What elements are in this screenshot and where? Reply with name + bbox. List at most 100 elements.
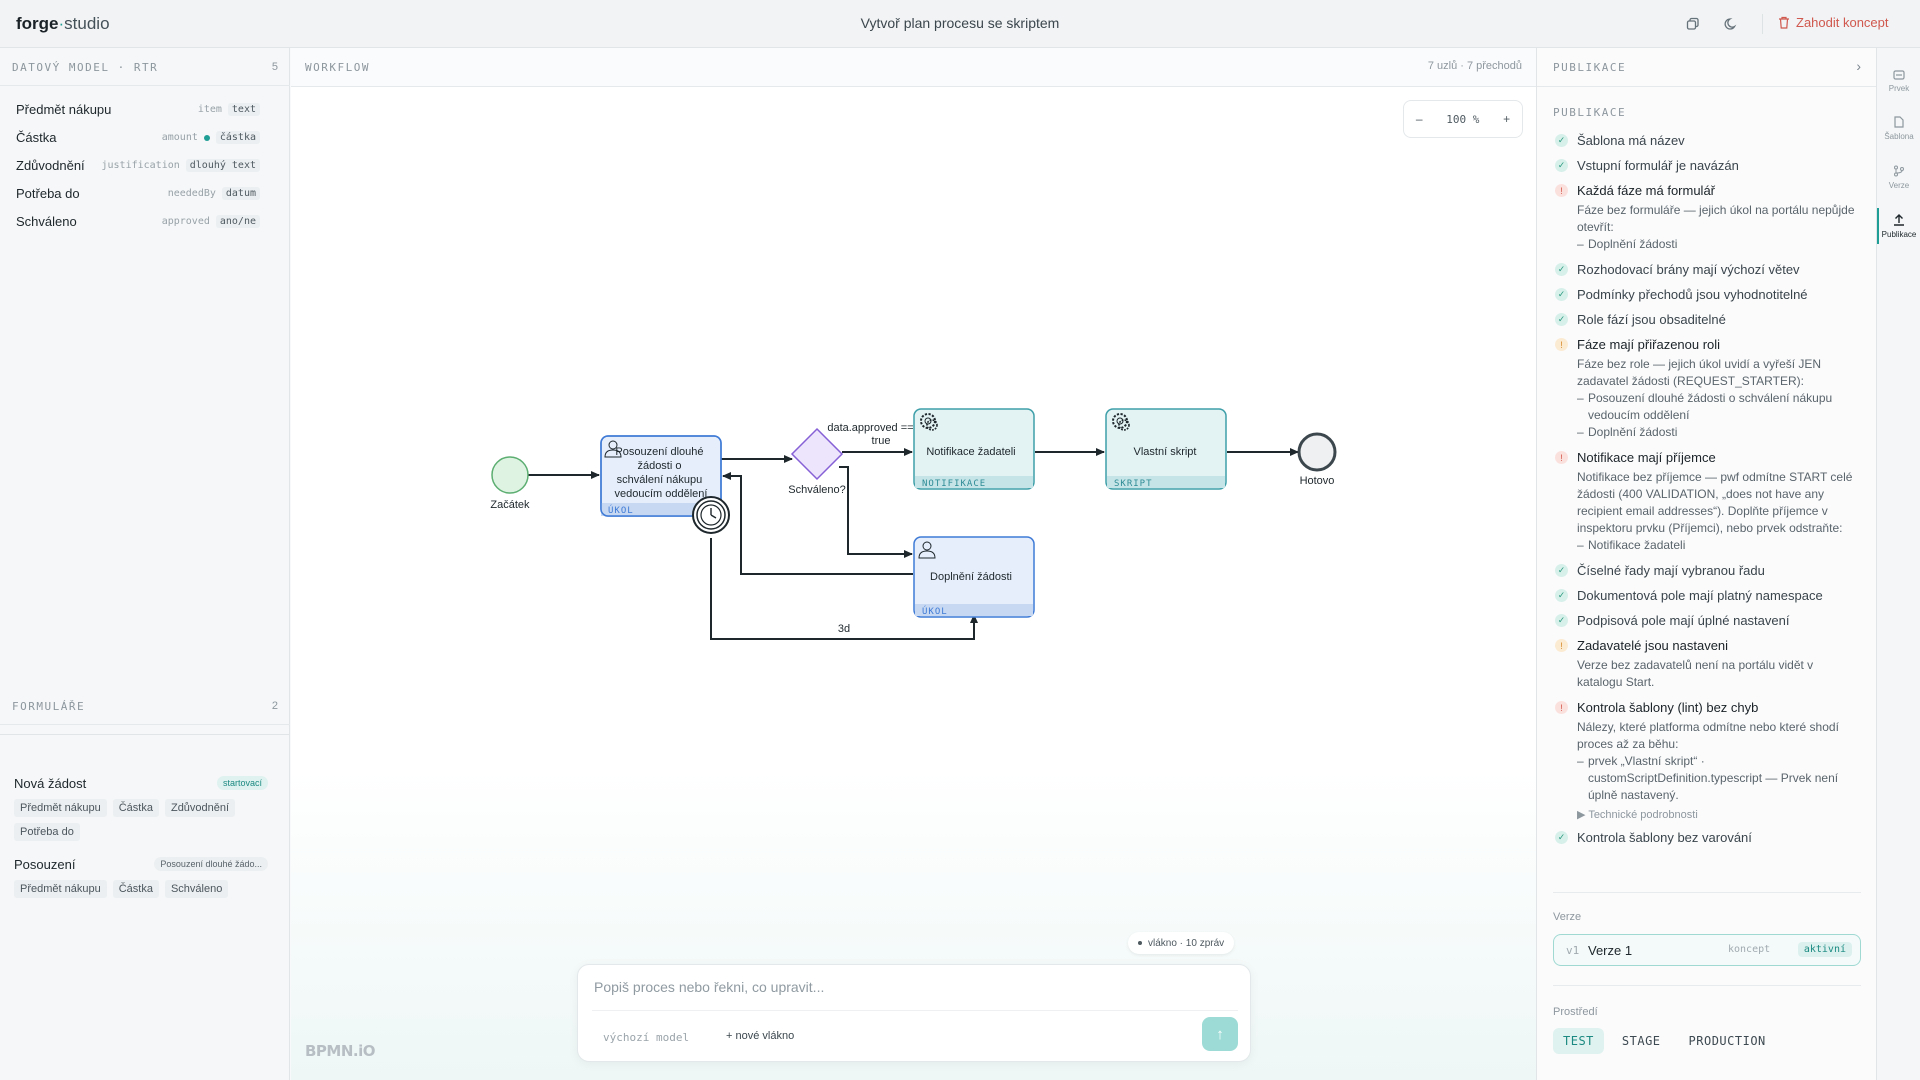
publish-check-description: Fáze bez role — jejich úkol uvidí a vyře… <box>1577 357 1822 388</box>
timer-icon[interactable] <box>692 496 730 534</box>
collapse-panel-icon[interactable]: › <box>1856 58 1861 74</box>
publish-check-item: ! Notifikace mají příjemce Notifikace bez … <box>1553 449 1861 554</box>
data-field-type: text <box>227 103 260 116</box>
model-select[interactable]: výchozí model <box>603 1031 689 1044</box>
data-model-title: DATOVÝ MODEL · RTR <box>12 61 159 74</box>
upload-icon <box>1894 213 1904 226</box>
form-item[interactable]: Nová žádost startovací Předmět nákupu Částk… <box>14 776 276 841</box>
rail-item-versions[interactable]: Verze <box>1877 155 1920 199</box>
thread-pill[interactable]: vlákno · 10 zpráv <box>1128 932 1235 954</box>
environments-title: Prostředí <box>1553 1006 1598 1018</box>
rail-item-element[interactable]: Prvek <box>1877 59 1920 103</box>
publish-check-finding: Doplnění žádosti <box>1577 236 1861 253</box>
publish-panel-header: PUBLIKACE › <box>1537 48 1877 87</box>
env-tab-stage[interactable]: STAGE <box>1612 1028 1671 1054</box>
forms-header: FORMULÁŘE 2 <box>0 687 290 725</box>
publish-check-description: Notifikace bez příjemce — pwf odmítne ST… <box>1577 470 1853 535</box>
error-icon: ! <box>1555 451 1568 464</box>
discard-draft-button[interactable]: Zahodit koncept <box>1778 15 1889 30</box>
form-item[interactable]: Posouzení Posouzení dlouhé žádo... Předmět… <box>14 857 276 898</box>
publish-check-item: ! Zadavatelé jsou nastaveni Verze bez zada… <box>1553 637 1861 691</box>
start-event[interactable] <box>491 456 529 494</box>
data-field-meta: amount částka <box>162 131 260 144</box>
task-review-line-2: žádosti o <box>637 460 681 472</box>
data-field-key: amount <box>161 132 198 143</box>
data-model-count: 5 <box>271 61 278 73</box>
rail-item-publish[interactable]: Publikace <box>1877 204 1920 248</box>
page-title: Vytvoř plan procesu se skriptem <box>860 15 1060 31</box>
data-field-label: Předmět nákupu <box>16 102 112 117</box>
data-field-label: Schváleno <box>16 214 77 229</box>
data-field-row[interactable]: Částka amount částka <box>0 124 290 152</box>
form-field-chips: Předmět nákupu Částka Schváleno <box>14 880 264 898</box>
data-field-key: justification <box>101 160 180 171</box>
publish-check-item: ✓ Dokumentová pole mají platný namespace <box>1553 587 1861 604</box>
data-field-row[interactable]: Schváleno approved ano/ne <box>0 208 290 236</box>
new-thread-button[interactable]: + nové vlákno <box>726 1030 794 1042</box>
technical-details-toggle[interactable]: ▶ Technické podrobnosti <box>1577 808 1861 821</box>
task-complete-request[interactable]: Doplnění žádosti ÚKOL <box>913 536 1035 618</box>
form-field-chip: Potřeba do <box>14 823 80 841</box>
publish-check-label: Zadavatelé jsou nastaveni <box>1577 638 1729 653</box>
versions-divider <box>1553 892 1861 893</box>
moon-icon[interactable] <box>1721 14 1741 34</box>
form-badge: startovací <box>216 776 268 790</box>
prompt-input[interactable] <box>594 979 1234 995</box>
bpmn-io-watermark[interactable]: BPMN.iO <box>305 1042 376 1060</box>
zoom-out-button[interactable]: – <box>1416 112 1423 126</box>
thread-dot <box>1138 941 1142 945</box>
version-name: Verze 1 <box>1588 943 1633 958</box>
rail-item-template[interactable]: Šablona <box>1877 106 1920 150</box>
workflow-title: WORKFLOW <box>305 61 370 74</box>
topbar-divider <box>1762 14 1763 34</box>
bpmn-canvas[interactable]: Začátek Posouzení dlouhé žádosti o schvá… <box>291 88 1536 948</box>
data-field-type: datum <box>221 187 260 200</box>
error-icon: ! <box>1555 184 1568 197</box>
task-notification[interactable]: Notifikace žadateli NOTIFIKACE <box>913 408 1035 490</box>
thread-pill-label: vlákno · 10 zpráv <box>1148 937 1225 949</box>
document-icon <box>1894 115 1904 128</box>
condition-label-2: true <box>872 435 891 447</box>
data-field-key: neededBy <box>167 188 216 199</box>
env-tab-test[interactable]: TEST <box>1553 1028 1604 1054</box>
zoom-in-button[interactable]: + <box>1503 112 1510 126</box>
publish-check-finding: prvek „Vlastní skript“ · customScriptDef… <box>1577 753 1861 804</box>
gateway-approved[interactable] <box>790 427 844 481</box>
publish-check-item: ✓ Rozhodovací brány mají výchozí větev <box>1553 261 1861 278</box>
publish-check-item: ✓ Podpisová pole mají úplné nastavení <box>1553 612 1861 629</box>
required-dot-icon <box>203 134 210 141</box>
task-script-label: Vlastní skript <box>1134 446 1197 458</box>
data-field-row[interactable]: Potřeba do neededBy datum <box>0 180 290 208</box>
check-icon: ✓ <box>1555 134 1568 147</box>
task-notification-tag: NOTIFIKACE <box>922 479 986 489</box>
publish-check-label: Podmínky přechodů jsou vyhodnotitelné <box>1577 287 1808 302</box>
form-field-chip: Částka <box>112 799 159 817</box>
task-script-tag: SKRIPT <box>1114 479 1153 489</box>
copy-icon[interactable] <box>1683 14 1703 34</box>
publish-check-description: Nálezy, které platforma odmítne nebo kte… <box>1577 720 1839 751</box>
version-card[interactable]: v1 Verze 1 koncept aktivní <box>1553 934 1861 966</box>
publish-check-description: Fáze bez formuláře — jejich úkol na port… <box>1577 203 1855 234</box>
check-icon: ✓ <box>1555 313 1568 326</box>
publish-check-finding: Doplnění žádosti <box>1577 424 1861 441</box>
zoom-controls: – 100 % + <box>1403 100 1523 138</box>
check-icon: ✓ <box>1555 614 1568 627</box>
prompt-divider <box>592 1010 1238 1011</box>
env-tab-production[interactable]: PRODUCTION <box>1679 1028 1776 1054</box>
send-button[interactable]: ↑ <box>1202 1017 1238 1051</box>
trash-icon <box>1779 16 1789 29</box>
publish-check-finding: Notifikace žadateli <box>1577 537 1861 554</box>
check-icon: ✓ <box>1555 288 1568 301</box>
task-complete-request-tag: ÚKOL <box>922 605 948 617</box>
task-script[interactable]: Vlastní skript SKRIPT <box>1105 408 1227 490</box>
data-field-key: item <box>197 104 222 115</box>
workflow-stats: 7 uzlů · 7 přechodů <box>1427 60 1522 72</box>
warning-icon: ! <box>1555 338 1568 351</box>
data-field-row[interactable]: Předmět nákupu item text <box>0 96 290 124</box>
task-notification-label: Notifikace žadateli <box>926 446 1015 458</box>
end-event[interactable] <box>1297 432 1337 472</box>
top-bar: forge·studio Vytvoř plan procesu se skri… <box>0 0 1920 48</box>
publish-check-label: Dokumentová pole mají platný namespace <box>1577 588 1823 603</box>
form-field-chip: Částka <box>112 880 159 898</box>
data-field-row[interactable]: Zdůvodnění justification dlouhý text <box>0 152 290 180</box>
